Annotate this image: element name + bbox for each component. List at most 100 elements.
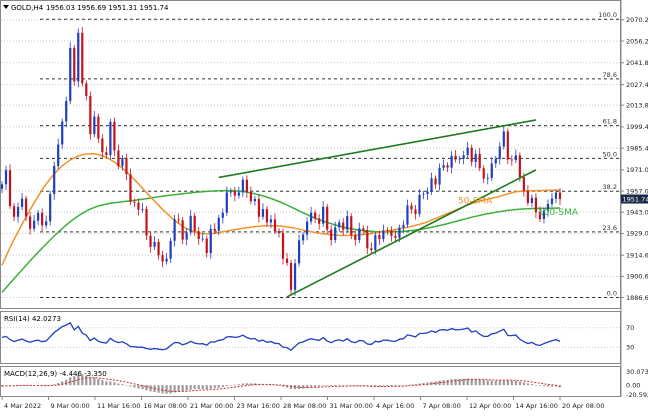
candle-body xyxy=(69,48,71,101)
candle-body xyxy=(354,235,356,240)
price-tick-label: 1985.40 xyxy=(626,144,648,152)
macd-bar xyxy=(539,385,541,386)
sma50-label: 50-SMA xyxy=(458,197,493,207)
candle-body xyxy=(37,213,39,221)
candle-body xyxy=(182,220,184,239)
macd-bar xyxy=(230,385,232,386)
candle-body xyxy=(93,117,95,135)
rsi-tick-label: 70 xyxy=(626,324,634,332)
macd-bar xyxy=(334,385,336,386)
candle-body xyxy=(535,198,537,213)
candle-body xyxy=(459,159,461,160)
macd-bar xyxy=(105,381,107,385)
candle-body xyxy=(278,231,280,233)
macd-bar xyxy=(222,385,224,387)
candle-body xyxy=(73,48,75,81)
macd-bar xyxy=(527,383,529,385)
macd-bar xyxy=(210,385,212,389)
fib-level-label: 78.6 xyxy=(603,71,617,79)
candle-body xyxy=(21,199,23,207)
macd-label: MACD(12,26,9) -4.446 -3.350 xyxy=(4,370,107,378)
candle-body xyxy=(165,259,167,262)
candle-body xyxy=(326,207,328,230)
macd-bar xyxy=(186,385,188,390)
candle-body xyxy=(242,180,244,193)
candle-body xyxy=(366,230,368,248)
candle-body xyxy=(495,159,497,164)
instrument-label: GOLD,H4 xyxy=(11,4,44,12)
macd-pane[interactable]: MACD(12,26,9) -4.446 -3.350 30.0730.00-2… xyxy=(1,367,648,399)
time-tick-label: 11 Mar 16:00 xyxy=(97,402,140,410)
candle-body xyxy=(475,154,477,162)
candle-body xyxy=(222,213,224,218)
sma100-label: 100-SMA xyxy=(538,208,579,218)
macd-bar xyxy=(133,385,135,387)
candle-body xyxy=(426,192,428,194)
macd-bar xyxy=(178,385,180,391)
candle-body xyxy=(153,242,155,247)
macd-bar xyxy=(451,379,453,385)
candle-body xyxy=(463,155,465,158)
candle-body xyxy=(414,209,416,214)
chart-canvas[interactable]: 100.078.661.850.038.223.60.0 50-SMA100-S… xyxy=(0,0,648,414)
macd-bar xyxy=(531,384,533,385)
macd-bar xyxy=(69,377,71,385)
candle-body xyxy=(330,230,332,240)
macd-bar xyxy=(491,381,493,386)
candle-body xyxy=(386,230,388,231)
price-tick-label: 1914.60 xyxy=(626,251,648,259)
candle-body xyxy=(418,195,420,214)
price-pane[interactable]: 100.078.661.850.038.223.60.0 50-SMA100-S… xyxy=(1,1,621,309)
candle-body xyxy=(507,131,509,159)
macd-bar xyxy=(149,385,151,391)
rsi-axis-ticks: 7030 xyxy=(626,324,634,352)
candle-body xyxy=(422,194,424,195)
candle-body xyxy=(157,242,159,255)
macd-bar xyxy=(125,385,127,386)
macd-bar xyxy=(495,381,497,385)
macd-bar xyxy=(314,385,316,387)
candle-body xyxy=(161,255,163,261)
price-tick-label: 1929.00 xyxy=(626,230,648,238)
candle-body xyxy=(226,192,228,212)
candle-body xyxy=(374,235,376,250)
candle-body xyxy=(218,218,220,231)
candle-body xyxy=(467,148,469,156)
rsi-pane-frame xyxy=(1,312,621,364)
candle-body xyxy=(250,192,252,201)
candle-body xyxy=(390,231,392,236)
macd-bar xyxy=(198,385,200,389)
macd-bar xyxy=(547,385,549,386)
candle-body xyxy=(65,101,67,121)
candle-body xyxy=(254,199,256,201)
macd-bar xyxy=(113,382,115,385)
macd-bar xyxy=(535,385,537,386)
macd-bar xyxy=(503,380,505,385)
candle-body xyxy=(174,219,176,240)
fib-level-label: 23.6 xyxy=(603,224,617,232)
candle-body xyxy=(45,221,47,225)
candle-body xyxy=(170,241,172,259)
candle-body xyxy=(89,96,91,134)
macd-bar xyxy=(109,382,111,386)
time-tick-label: 16 Mar 08:00 xyxy=(144,402,187,410)
time-tick-label: 31 Mar 00:00 xyxy=(330,402,373,410)
candle-body xyxy=(334,227,336,240)
macd-bar xyxy=(93,378,95,385)
candle-body xyxy=(298,240,300,263)
candle-body xyxy=(274,219,276,231)
macd-tick-label: 30.073 xyxy=(626,368,648,376)
macd-bar xyxy=(446,380,448,385)
macd-bar xyxy=(487,381,489,386)
candle-body xyxy=(1,184,3,189)
fib-level-label: 61.8 xyxy=(603,118,617,126)
time-tick-label: 4 Apr 16:00 xyxy=(376,402,414,410)
candle-body xyxy=(442,165,444,168)
rsi-pane[interactable]: RSI(14) 42.0273 7030 xyxy=(1,312,635,364)
macd-bar xyxy=(310,385,312,387)
macd-bar xyxy=(218,385,220,388)
candle-body xyxy=(230,191,232,192)
macd-bar xyxy=(165,385,167,394)
candle-body xyxy=(314,213,316,219)
candle-body xyxy=(13,206,15,217)
